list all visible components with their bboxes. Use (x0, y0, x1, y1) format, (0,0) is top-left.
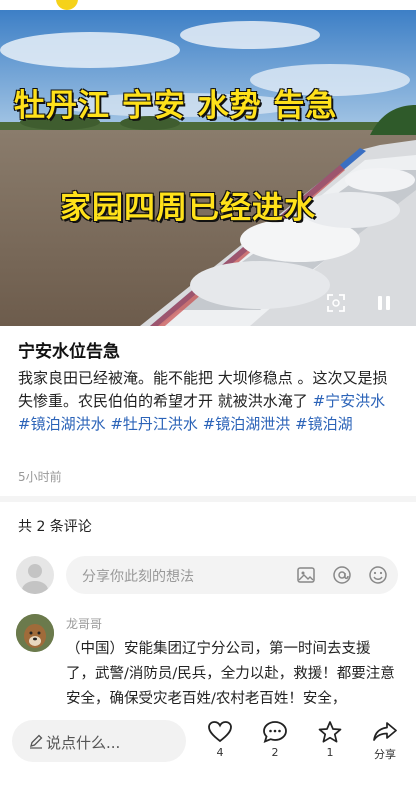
share-label: 分享 (374, 748, 396, 761)
comment-text: （中国）安能集团辽宁分公司，第一时间去支援了，武警/消防员/民兵，全力以赴，救援… (66, 641, 395, 707)
image-icon[interactable] (296, 565, 316, 585)
heart-icon (208, 721, 232, 743)
pause-icon[interactable] (377, 296, 391, 312)
share-button[interactable]: 分享 (365, 720, 405, 762)
hashtag[interactable]: #镜泊湖洪水 (18, 415, 106, 433)
dog-avatar-icon (16, 614, 54, 652)
at-icon[interactable] (332, 565, 352, 585)
share-arrow-icon (373, 722, 397, 741)
say-something-placeholder: 说点什么... (46, 734, 121, 752)
status-strip (0, 0, 416, 10)
pencil-icon (30, 734, 43, 749)
section-divider (0, 496, 416, 502)
my-avatar (16, 556, 54, 594)
hashtag[interactable]: #镜泊湖泄洪 (203, 415, 291, 433)
emoji-icon[interactable] (368, 565, 388, 585)
comment-button[interactable]: 2 (255, 720, 295, 759)
post-body: 我家良田已经被淹。能不能把 大坝修稳点 。这次又是损失惨重。农民伯伯的希望才开 … (18, 367, 402, 436)
video-frame (0, 10, 416, 326)
hashtag[interactable]: #宁安洪水 (313, 392, 386, 410)
like-button[interactable]: 4 (200, 720, 240, 759)
author-avatar[interactable] (56, 0, 78, 10)
comment-count: 2 (271, 746, 279, 759)
comment-placeholder: 分享你此刻的想法 (82, 569, 194, 585)
star-icon (318, 721, 342, 743)
video-overlay-subtitle: 家园四周已经进水 (60, 190, 316, 226)
comment-input[interactable]: 分享你此刻的想法 (66, 556, 398, 594)
post-time: 5小时前 (18, 470, 62, 484)
commenter-avatar[interactable] (16, 614, 54, 652)
like-count: 4 (216, 746, 224, 759)
user-silhouette-icon (22, 564, 48, 594)
video-overlay-headline: 牡丹江 宁安 水势 告急 (14, 88, 338, 124)
scan-icon[interactable] (326, 293, 346, 313)
comment-bubble-icon (263, 721, 287, 744)
comment-count-label: 共 2 条评论 (18, 519, 92, 535)
bottom-action-bar: 说点什么... 4 2 1 分享 (0, 706, 416, 800)
say-something-input[interactable]: 说点什么... (12, 720, 186, 762)
hashtag[interactable]: #镜泊湖 (295, 415, 353, 433)
star-count: 1 (326, 746, 334, 759)
star-button[interactable]: 1 (310, 720, 350, 759)
hashtag[interactable]: #牡丹江洪水 (110, 415, 198, 433)
video-player[interactable]: 牡丹江 宁安 水势 告急 家园四周已经进水 (0, 10, 416, 326)
commenter-name[interactable]: 龙哥哥 (66, 615, 102, 632)
post-title: 宁安水位告急 (18, 342, 120, 362)
